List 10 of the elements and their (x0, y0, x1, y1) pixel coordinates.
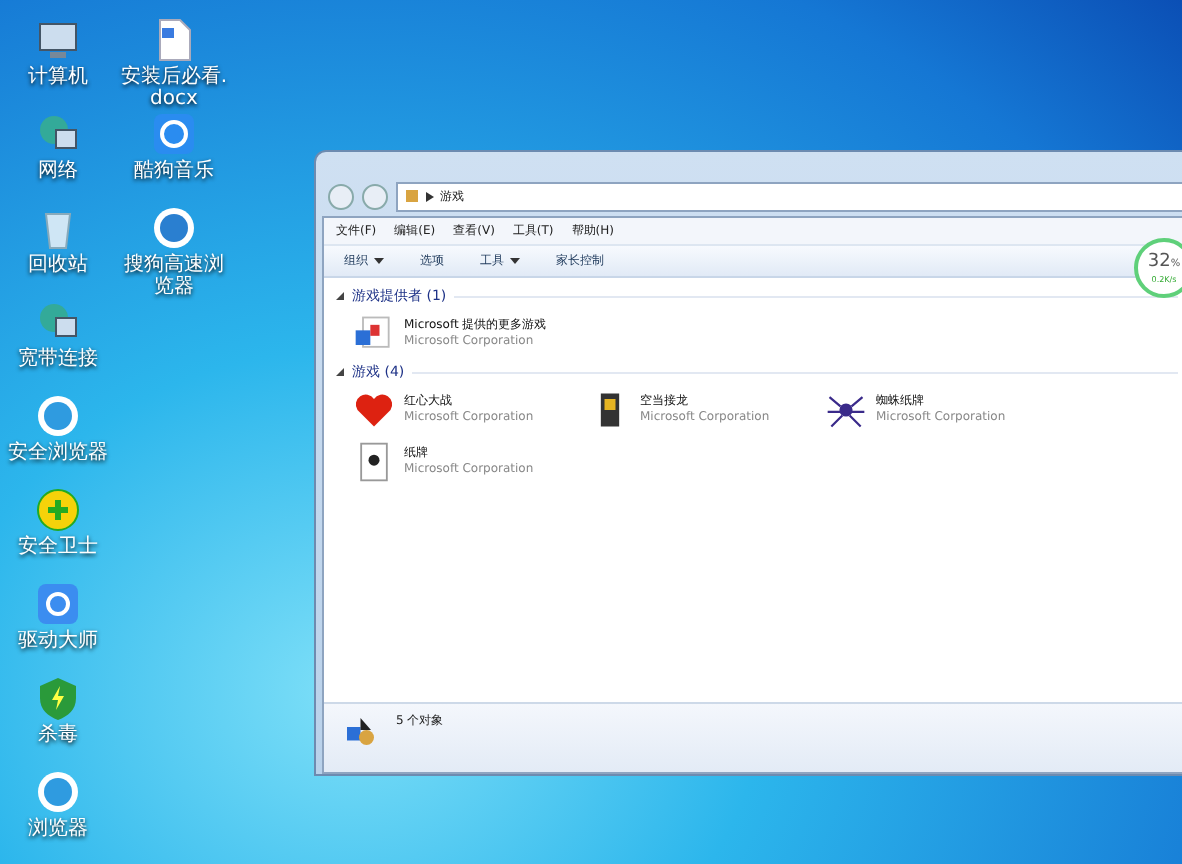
guard-icon[interactable] (34, 486, 82, 534)
chevron-icon (426, 191, 434, 201)
folder-icon (404, 188, 420, 204)
collapse-arrow-icon[interactable] (336, 292, 344, 300)
collapse-arrow-icon[interactable] (336, 368, 344, 376)
desktop-icon-label[interactable]: 计算机 (0, 66, 116, 88)
shield-icon[interactable] (34, 674, 82, 722)
desktop-icon-label[interactable]: 安装后必看.docx (116, 66, 232, 110)
back-icon[interactable] (328, 183, 354, 209)
forward-icon[interactable] (362, 183, 388, 209)
